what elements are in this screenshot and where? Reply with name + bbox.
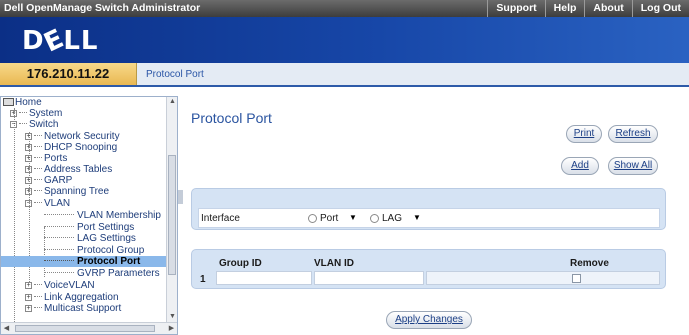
help-link[interactable]: Help (544, 0, 585, 17)
tree-address-tables-label: Address Tables (44, 164, 113, 175)
tree-spanning-tree-label: Spanning Tree (44, 186, 110, 197)
tree-garp[interactable]: + GARP (25, 175, 72, 186)
tree-lag-settings[interactable]: LAG Settings (44, 233, 136, 244)
dell-logo: DELL (22, 23, 99, 59)
tree-address-tables[interactable]: + Address Tables (25, 164, 112, 175)
print-button[interactable]: Print (566, 125, 602, 143)
lag-dropdown-icon[interactable]: ▼ (411, 212, 423, 223)
brand-bar: DELL (0, 17, 689, 63)
lag-radio-label: LAG (382, 213, 403, 224)
tree-protocol-port-label: Protocol Port (77, 256, 141, 267)
tree-home[interactable]: Home (3, 97, 42, 108)
tree-multicast-support[interactable]: + Multicast Support (25, 303, 121, 314)
row-index: 1 (200, 274, 206, 285)
tree-lag-settings-label: LAG Settings (77, 233, 136, 244)
tree-link-aggregation-label: Link Aggregation (44, 292, 119, 303)
tree-vertical-scrollbar[interactable]: ▲ ▼ (166, 97, 177, 322)
scroll-right-icon[interactable]: ▶ (166, 323, 177, 334)
scroll-thumb[interactable] (168, 155, 176, 275)
nav-tree: Home + System − Switch + Network Security +… (1, 97, 167, 322)
logout-link[interactable]: Log Out (631, 0, 689, 17)
group-id-header: Group ID (219, 258, 262, 269)
expand-icon[interactable]: + (10, 110, 17, 117)
tree-dhcp-snooping[interactable]: + DHCP Snooping (25, 142, 117, 153)
expand-icon[interactable]: + (25, 166, 32, 173)
nav-tree-panel: Home + System − Switch + Network Security +… (0, 96, 178, 335)
app-title: Dell OpenManage Switch Administrator (4, 2, 201, 14)
show-all-button[interactable]: Show All (608, 157, 658, 175)
tree-vlan[interactable]: − VLAN (25, 198, 70, 209)
tree-port-settings[interactable]: Port Settings (44, 222, 134, 233)
interface-row (198, 208, 660, 228)
tree-garp-label: GARP (44, 175, 73, 186)
expand-icon[interactable]: + (25, 282, 32, 289)
tree-protocol-group[interactable]: Protocol Group (44, 245, 144, 256)
port-radio-label: Port (320, 213, 339, 224)
interface-label: Interface (201, 213, 240, 224)
tree-vlan-label: VLAN (44, 198, 71, 209)
tree-gvrp-parameters-label: GVRP Parameters (77, 268, 160, 279)
interface-panel: Interface Port ▼ LAG ▼ (191, 188, 666, 230)
tree-protocol-group-label: Protocol Group (77, 245, 145, 256)
tree-link-aggregation[interactable]: + Link Aggregation (25, 292, 119, 303)
remove-header: Remove (570, 258, 609, 269)
collapse-icon[interactable]: − (25, 200, 32, 207)
tree-port-settings-label: Port Settings (77, 222, 135, 233)
vlan-id-header: VLAN ID (314, 258, 354, 269)
sidebar-resize-handle[interactable] (178, 190, 183, 204)
scroll-up-icon[interactable]: ▲ (167, 97, 177, 107)
expand-icon[interactable]: + (25, 294, 32, 301)
expand-icon[interactable]: + (25, 305, 32, 312)
ip-bar: 176.210.11.22 Protocol Port (0, 63, 689, 87)
support-link[interactable]: Support (487, 0, 544, 17)
vlan-id-input[interactable] (314, 271, 424, 285)
remove-checkbox[interactable] (572, 274, 581, 283)
tree-multicast-support-label: Multicast Support (44, 303, 122, 314)
folder-icon (3, 98, 14, 106)
tree-switch-label: Switch (29, 119, 59, 130)
breadcrumb[interactable]: Protocol Port (146, 69, 204, 80)
add-button[interactable]: Add (561, 157, 599, 175)
lag-radio[interactable] (370, 214, 379, 223)
expand-icon[interactable]: + (25, 144, 32, 151)
tree-horizontal-scrollbar[interactable]: ◀ ▶ (1, 322, 177, 334)
remove-cell (426, 271, 660, 285)
tree-system-label: System (29, 108, 63, 119)
tree-vlan-membership[interactable]: VLAN Membership (44, 210, 161, 221)
tree-vlan-membership-label: VLAN Membership (77, 210, 161, 221)
tree-system[interactable]: + System (10, 108, 62, 119)
tree-voicevlan-label: VoiceVLAN (44, 280, 95, 291)
tree-ports[interactable]: + Ports (25, 153, 67, 164)
page-title: Protocol Port (191, 110, 272, 126)
tree-spanning-tree[interactable]: + Spanning Tree (25, 186, 109, 197)
scroll-left-icon[interactable]: ◀ (1, 323, 12, 334)
refresh-button[interactable]: Refresh (608, 125, 658, 143)
tree-protocol-port[interactable]: Protocol Port (1, 256, 167, 267)
scroll-down-icon[interactable]: ▼ (167, 312, 177, 322)
protocol-port-table: Group ID VLAN ID Remove 1 (191, 249, 666, 289)
tree-ports-label: Ports (44, 153, 68, 164)
tree-gvrp-parameters[interactable]: GVRP Parameters (44, 268, 160, 279)
device-ip: 176.210.11.22 (0, 63, 137, 85)
tree-network-security-label: Network Security (44, 131, 120, 142)
port-dropdown-icon[interactable]: ▼ (347, 212, 359, 223)
tree-dhcp-snooping-label: DHCP Snooping (44, 142, 118, 153)
tree-voicevlan[interactable]: + VoiceVLAN (25, 280, 95, 291)
scroll-thumb-horizontal[interactable] (15, 325, 155, 332)
collapse-icon[interactable]: − (10, 121, 17, 128)
tree-network-security[interactable]: + Network Security (25, 131, 120, 142)
top-links: Support Help About Log Out (487, 0, 689, 17)
about-link[interactable]: About (584, 0, 631, 17)
expand-icon[interactable]: + (25, 188, 32, 195)
expand-icon[interactable]: + (25, 133, 32, 140)
port-radio[interactable] (308, 214, 317, 223)
top-bar: Dell OpenManage Switch Administrator Sup… (0, 0, 689, 17)
tree-home-label: Home (15, 97, 42, 108)
expand-icon[interactable]: + (25, 155, 32, 162)
expand-icon[interactable]: + (25, 177, 32, 184)
apply-changes-button[interactable]: Apply Changes (386, 311, 472, 329)
group-id-cell (216, 271, 312, 285)
tree-switch[interactable]: − Switch (10, 119, 58, 130)
